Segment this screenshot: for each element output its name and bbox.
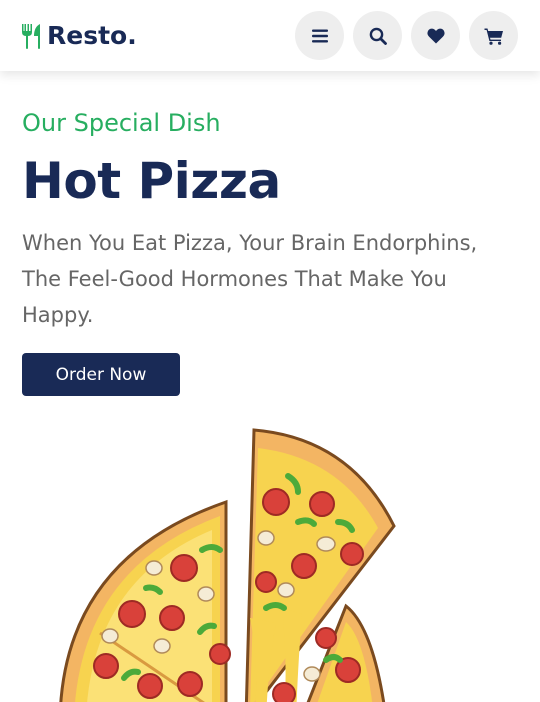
header-icons <box>295 11 518 60</box>
home-subtitle: Our Special Dish <box>22 109 221 137</box>
logo[interactable]: Resto. <box>20 21 137 50</box>
pizza-image <box>40 418 420 702</box>
logo-text: Resto. <box>47 21 137 50</box>
search-icon <box>369 27 387 45</box>
menu-icon <box>311 28 329 44</box>
home-title: Hot Pizza <box>22 152 281 210</box>
favorites-button[interactable] <box>411 11 460 60</box>
order-now-button[interactable]: Order Now <box>22 353 180 396</box>
pizza-left-slice <box>59 499 231 702</box>
cart-button[interactable] <box>469 11 518 60</box>
cart-icon <box>484 27 504 45</box>
home-description: When You Eat Pizza, Your Brain Endorphin… <box>22 231 478 327</box>
heart-icon <box>426 28 445 44</box>
search-button[interactable] <box>353 11 402 60</box>
home-section: Our Special Dish Hot Pizza When You Eat … <box>22 105 522 396</box>
site-header: Resto. <box>0 0 540 71</box>
menu-button[interactable] <box>295 11 344 60</box>
fork-knife-icon <box>20 22 46 50</box>
